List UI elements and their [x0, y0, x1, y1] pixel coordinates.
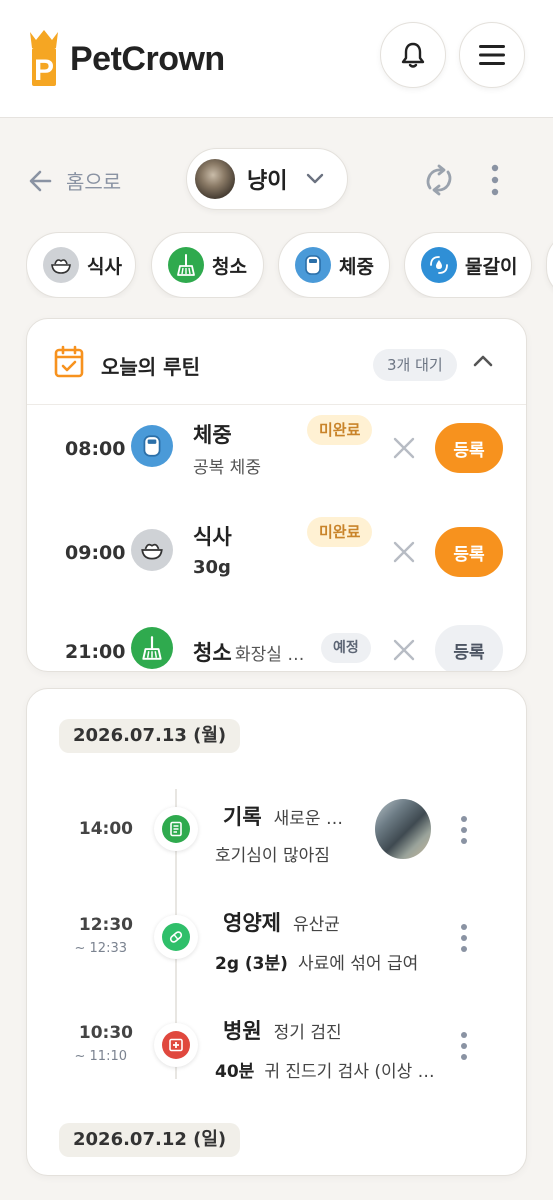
pet-name: 냥이 [247, 169, 288, 194]
date-header: 2026.07.13 (월) [59, 719, 241, 753]
chevron-up-icon[interactable] [471, 351, 495, 371]
today-routine-card: 오늘의 루틴 3개 대기 08:00 체중 공복 체중 미완료 등록 09:00 [26, 318, 527, 672]
back-home-button[interactable]: 홈으로 [28, 166, 121, 195]
broom-icon [131, 627, 173, 669]
entry-title: 영양제 [223, 911, 281, 935]
more-options-button[interactable] [490, 164, 500, 200]
entry-node [154, 807, 198, 851]
chip-label: 청소 [212, 255, 247, 278]
kebab-menu-icon[interactable] [459, 1031, 469, 1061]
chevron-down-icon [307, 173, 324, 184]
status-badge: 미완료 [307, 517, 373, 547]
routine-time: 09:00 [65, 542, 126, 564]
status-badge: 미완료 [307, 415, 373, 445]
entry-detail: 40분 귀 진드기 검사 (이상 … [215, 1057, 435, 1082]
date-header: 2026.07.12 (일) [59, 1123, 241, 1157]
chip-water-change[interactable]: 물갈이 [404, 232, 532, 298]
entry-photo[interactable] [375, 799, 431, 859]
pet-toolbar: 홈으로 냥이 [0, 148, 553, 212]
sync-icon [426, 164, 452, 196]
routine-row: 09:00 식사 30g 미완료 등록 [27, 509, 526, 599]
register-button[interactable]: 등록 [435, 527, 503, 577]
close-icon[interactable] [391, 435, 417, 461]
routine-subtitle: 화장실 … [235, 645, 305, 665]
entry-note: 귀 진드기 검사 (이상 … [264, 1062, 435, 1082]
note-icon [162, 815, 190, 843]
hamburger-menu-icon [479, 45, 505, 65]
routine-title: 오늘의 루틴 [101, 355, 200, 379]
entry-title-line[interactable]: 기록 새로운 … [223, 801, 343, 831]
routine-row: 21:00 청소 화장실 … 예정 등록 [27, 609, 526, 671]
crown-p-logo-icon: P [26, 28, 62, 90]
bell-icon [401, 42, 425, 68]
entry-amount: 2g (3분) [215, 954, 288, 974]
chip-more[interactable] [546, 232, 553, 298]
routine-time: 21:00 [65, 641, 126, 663]
status-badge: 예정 [321, 633, 371, 663]
routine-header[interactable]: 오늘의 루틴 3개 대기 [27, 319, 526, 405]
activity-timeline-card: 2026.07.13 (월) 14:00 기록 새로운 … 호기심이 많아짐 12… [26, 688, 527, 1176]
chip-label: 물갈이 [465, 255, 518, 278]
kebab-menu-icon[interactable] [459, 815, 469, 845]
calendar-check-icon [54, 345, 84, 378]
hospital-icon [162, 1031, 190, 1059]
close-icon[interactable] [391, 637, 417, 663]
register-button[interactable]: 등록 [435, 625, 503, 671]
routine-time: 08:00 [65, 438, 126, 460]
routine-subtitle: 공복 체중 [193, 458, 261, 478]
entry-amount: 40분 [215, 1062, 255, 1082]
sync-button[interactable] [422, 164, 456, 200]
entry-detail: 2g (3분) 사료에 섞어 급여 [215, 949, 418, 974]
bowl-icon [43, 247, 79, 283]
kebab-menu-icon [491, 164, 499, 196]
entry-time: 10:30 [78, 1023, 133, 1043]
entry-node [154, 1023, 198, 1067]
pill-icon [162, 923, 190, 951]
brand-logo[interactable]: P PetCrown [26, 28, 225, 90]
app-header: P PetCrown [0, 0, 553, 118]
entry-detail: 호기심이 많아짐 [215, 846, 330, 866]
entry-title-line[interactable]: 영양제 유산균 [223, 907, 340, 937]
pet-selector[interactable]: 냥이 [186, 148, 348, 210]
routine-title: 청소 [193, 641, 232, 665]
entry-end-time: ~ 11:10 [74, 1049, 128, 1064]
chip-label: 식사 [87, 255, 122, 278]
entry-time: 12:30 [78, 915, 133, 935]
entry-end-time: ~ 12:33 [74, 941, 128, 956]
svg-text:P: P [34, 54, 54, 87]
entry-node [154, 915, 198, 959]
entry-title-line[interactable]: 병원 정기 검진 [223, 1015, 342, 1045]
chip-cleaning[interactable]: 청소 [151, 232, 264, 298]
entry-title: 기록 [223, 805, 262, 829]
register-button[interactable]: 등록 [435, 423, 503, 473]
kebab-menu-icon[interactable] [459, 923, 469, 953]
chip-label: 체중 [339, 255, 374, 278]
brand-name: PetCrown [70, 39, 225, 78]
scale-icon [131, 425, 173, 467]
close-icon[interactable] [391, 539, 417, 565]
entry-subtitle: 새로운 … [273, 809, 343, 829]
routine-title: 식사 [193, 525, 232, 549]
category-chips: 식사 청소 체중 물갈이 [26, 232, 553, 298]
chip-meal[interactable]: 식사 [26, 232, 136, 298]
chip-weight[interactable]: 체중 [278, 232, 390, 298]
routine-row: 08:00 체중 공복 체중 미완료 등록 [27, 405, 526, 495]
notifications-button[interactable] [380, 22, 446, 88]
water-refresh-icon [421, 247, 457, 283]
broom-icon [168, 247, 204, 283]
routine-subtitle: 30g [193, 557, 231, 578]
entry-note: 사료에 섞어 급여 [297, 954, 419, 974]
pet-avatar [195, 159, 235, 199]
bowl-icon [131, 529, 173, 571]
scale-icon [295, 247, 331, 283]
entry-subtitle: 유산균 [292, 915, 340, 935]
entry-title: 병원 [223, 1019, 262, 1043]
arrow-left-icon [29, 170, 52, 191]
routine-title: 체중 [193, 423, 232, 447]
menu-button[interactable] [459, 22, 525, 88]
back-home-label: 홈으로 [66, 170, 122, 194]
entry-subtitle: 정기 검진 [273, 1023, 342, 1043]
pending-count-badge: 3개 대기 [373, 349, 457, 381]
entry-time: 14:00 [78, 819, 133, 839]
